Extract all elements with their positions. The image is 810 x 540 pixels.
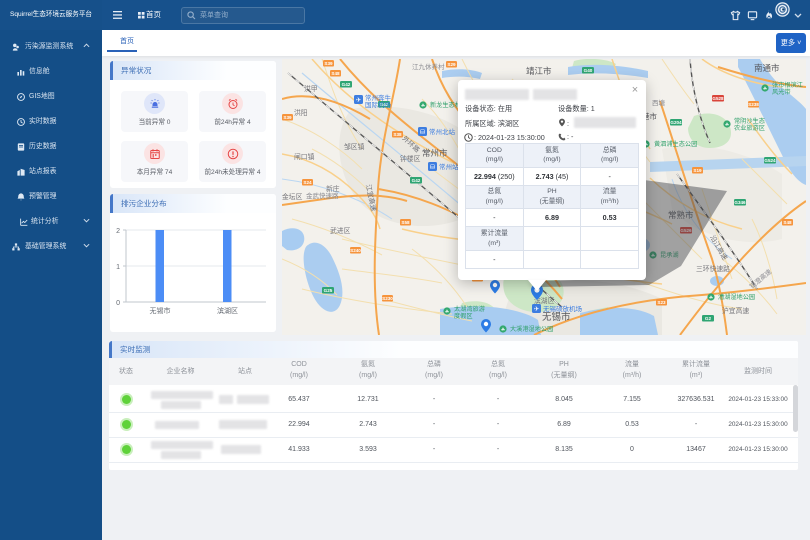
svg-text:农业旅游区: 农业旅游区 [734,124,765,132]
svg-text:✈: ✈ [534,306,540,313]
svg-text:✈: ✈ [356,97,362,104]
svg-text:S58: S58 [401,220,410,225]
svg-text:新庄: 新庄 [326,184,340,193]
svg-text:G524: G524 [764,158,776,163]
svg-text:洪阳: 洪阳 [294,108,308,117]
svg-text:漕湖湿地公园: 漕湖湿地公园 [718,293,755,301]
svg-text:常阴沙生态: 常阴沙生态 [734,117,765,125]
svg-text:三环快速路: 三环快速路 [696,264,730,273]
svg-text:金武快速路: 金武快速路 [306,191,339,200]
svg-text:1: 1 [116,264,120,271]
svg-text:新龙生态林: 新龙生态林 [430,101,461,109]
svg-text:西塘: 西塘 [652,98,666,107]
svg-text:闸口镇: 闸口镇 [294,152,315,161]
svg-text:G42: G42 [412,178,421,183]
svg-text:沪宜高速: 沪宜高速 [722,306,749,315]
svg-text:S19: S19 [693,168,702,173]
svg-text:金坛区: 金坛区 [282,192,303,201]
svg-text:S24: S24 [303,180,312,185]
svg-text:大溪港湿地公园: 大溪港湿地公园 [510,325,553,333]
svg-text:风光带: 风光带 [772,88,791,96]
svg-text:2: 2 [116,228,120,235]
svg-text:常州北站: 常州北站 [429,127,456,136]
svg-text:太湖湾旅游: 太湖湾旅游 [454,305,485,313]
svg-text:S238: S238 [748,102,759,107]
svg-text:G40: G40 [584,68,593,73]
svg-text:张市根滨江: 张市根滨江 [772,81,803,89]
svg-text:G2: G2 [705,316,712,321]
svg-text:黄泗浦生态公园: 黄泗浦生态公园 [654,140,697,148]
svg-text:武进区: 武进区 [330,226,351,235]
svg-text:S39: S39 [283,115,292,120]
svg-text:洪甲: 洪甲 [304,84,318,93]
svg-text:⛁: ⛁ [430,163,436,171]
svg-text:S230: S230 [382,296,393,301]
svg-text:南通市: 南通市 [754,63,780,73]
svg-text:S240: S240 [350,248,361,253]
svg-text:S29: S29 [447,62,456,67]
svg-text:江九休养村: 江九休养村 [412,62,445,71]
svg-text:G204: G204 [670,120,682,125]
svg-text:钟楼区: 钟楼区 [400,154,421,163]
svg-text:G528: G528 [712,96,724,101]
svg-text:国际机场: 国际机场 [365,100,392,109]
svg-text:S39: S39 [324,61,333,66]
svg-text:S48: S48 [783,220,792,225]
svg-text:G42: G42 [342,82,351,87]
svg-text:S38: S38 [393,132,402,137]
svg-text:⛁: ⛁ [420,128,426,136]
svg-text:常州市: 常州市 [422,148,448,158]
svg-text:无锡硕放机场: 无锡硕放机场 [543,304,583,313]
svg-text:邹区镇: 邹区镇 [344,142,365,151]
svg-text:G346: G346 [734,200,746,205]
svg-text:常州站: 常州站 [439,162,459,171]
svg-text:S48: S48 [331,71,340,76]
svg-text:滨湖区: 滨湖区 [217,306,238,315]
svg-text:度假区: 度假区 [454,312,473,320]
svg-text:G25: G25 [324,288,333,293]
svg-text:常州奔牛: 常州奔牛 [365,93,392,102]
svg-text:无锡市: 无锡市 [150,306,171,315]
svg-text:S23: S23 [657,300,666,305]
svg-text:靖江市: 靖江市 [526,66,552,76]
svg-text:0: 0 [116,300,120,307]
